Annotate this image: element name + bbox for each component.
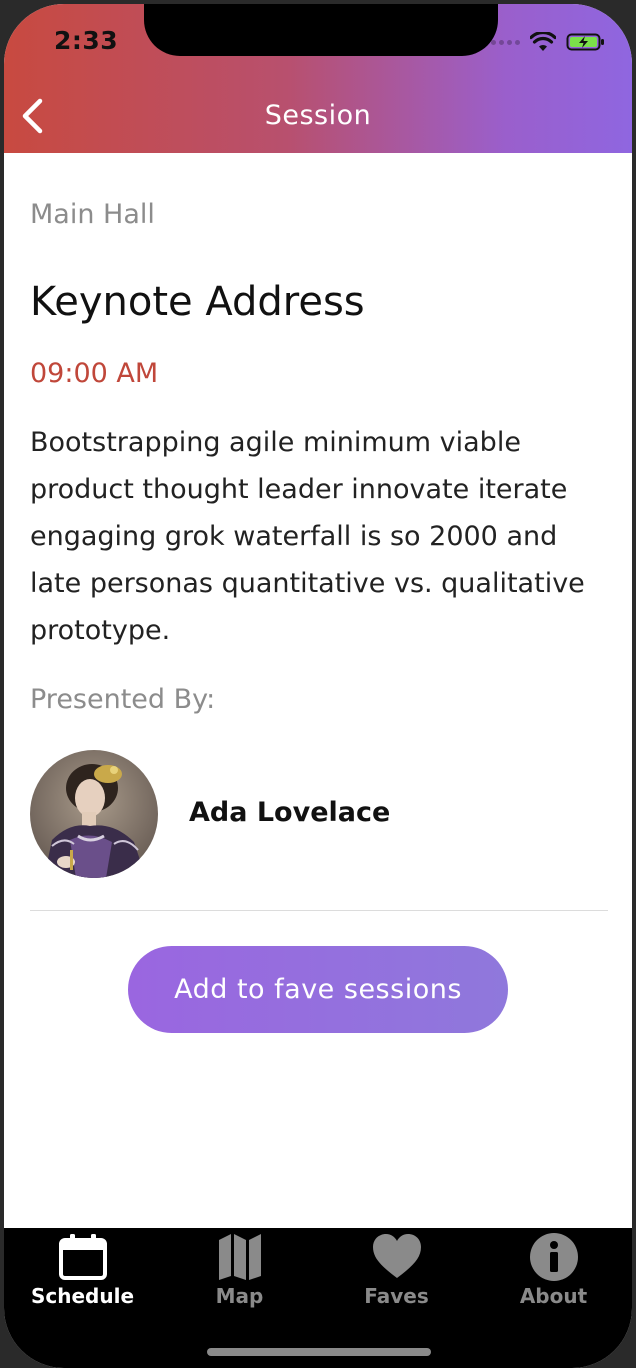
- heart-icon: [372, 1234, 421, 1278]
- info-icon: [529, 1233, 578, 1281]
- tab-map[interactable]: Map: [161, 1232, 318, 1316]
- add-to-faves-button[interactable]: Add to fave sessions: [128, 946, 508, 1033]
- wifi-icon: [530, 32, 556, 51]
- device-notch: [144, 4, 498, 56]
- tab-label: Schedule: [30, 1284, 135, 1308]
- status-time: 2:33: [54, 26, 119, 55]
- map-icon: [218, 1234, 261, 1280]
- phone-screen: 2:33 Session Main Hall Keynote Address 0…: [4, 4, 632, 1368]
- divider: [30, 910, 608, 911]
- tab-schedule[interactable]: Schedule: [4, 1232, 161, 1316]
- status-icons: [491, 32, 606, 52]
- page-title: Session: [264, 100, 372, 131]
- cellular-signal-icon: [491, 39, 520, 45]
- home-indicator[interactable]: [207, 1348, 431, 1356]
- speaker-avatar: [30, 750, 158, 878]
- presented-by-label: Presented By:: [30, 684, 216, 715]
- tab-label: Faves: [364, 1284, 429, 1308]
- tab-bar: Schedule Map Faves About: [4, 1228, 632, 1368]
- session-title: Keynote Address: [30, 279, 365, 325]
- tab-about[interactable]: About: [475, 1232, 632, 1316]
- tab-faves[interactable]: Faves: [318, 1232, 475, 1316]
- app-header: 2:33 Session: [4, 4, 632, 153]
- session-description: Bootstrapping agile minimum viable produ…: [30, 427, 585, 646]
- session-location: Main Hall: [30, 199, 155, 230]
- speaker-name: Ada Lovelace: [189, 797, 391, 828]
- session-time: 09:00 AM: [30, 358, 159, 389]
- battery-charging-icon: [566, 33, 604, 51]
- calendar-icon: [58, 1234, 107, 1280]
- tab-label: Map: [215, 1284, 264, 1308]
- tab-label: About: [519, 1284, 588, 1308]
- speaker-item[interactable]: Ada Lovelace: [30, 750, 608, 878]
